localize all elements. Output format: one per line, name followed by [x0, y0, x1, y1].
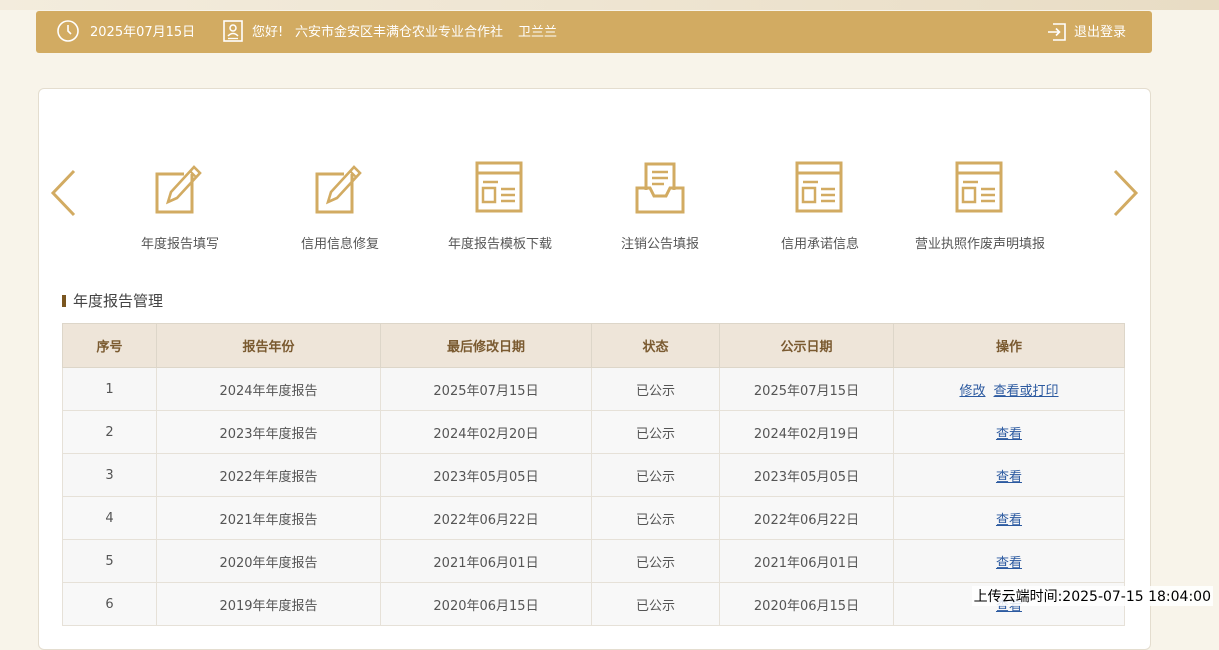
- cell-modified: 2023年05月05日: [380, 453, 592, 497]
- section-title-text: 年度报告管理: [73, 292, 164, 310]
- cell-status: 已公示: [591, 410, 720, 454]
- cell-no: 4: [62, 496, 157, 540]
- carousel-next-arrow-icon[interactable]: [1111, 168, 1141, 218]
- cell-actions: 查看: [893, 453, 1125, 497]
- cell-year: 2020年年度报告: [156, 539, 381, 583]
- table-row: 2 2023年年度报告 2024年02月20日 已公示 2024年02月19日 …: [62, 410, 1125, 454]
- table-row: 6 2019年年度报告 2020年06月15日 已公示 2020年06月15日 …: [62, 582, 1125, 626]
- cell-no: 6: [62, 582, 157, 626]
- cell-no: 3: [62, 453, 157, 497]
- template-icon: [795, 161, 843, 213]
- cell-no: 5: [62, 539, 157, 583]
- column-header-status: 状态: [591, 323, 720, 368]
- table-row: 1 2024年年度报告 2025年07月15日 已公示 2025年07月15日 …: [62, 367, 1125, 411]
- cell-year: 2019年年度报告: [156, 582, 381, 626]
- user-name: 卫兰兰: [518, 25, 558, 40]
- template-icon: [475, 161, 523, 213]
- annual-report-table: 序号 报告年份 最后修改日期 状态 公示日期 操作 1 2024年年度报告 20…: [62, 323, 1125, 626]
- logout-icon: [1048, 23, 1066, 41]
- edit-icon: [155, 165, 202, 214]
- cell-no: 1: [62, 367, 157, 411]
- greeting-text: 您好!: [252, 25, 284, 40]
- cell-published: 2020年06月15日: [719, 582, 894, 626]
- cell-modified: 2020年06月15日: [380, 582, 592, 626]
- user-card-icon: [223, 20, 243, 42]
- feature-annual-report-fill[interactable]: 年度报告填写: [100, 160, 260, 256]
- feature-template-download[interactable]: 年度报告模板下载: [420, 160, 580, 256]
- cell-actions: 查看: [893, 496, 1125, 540]
- cell-published: 2024年02月19日: [719, 410, 894, 454]
- feature-deregistration-notice[interactable]: 注销公告填报: [580, 160, 740, 256]
- feature-credit-commitment[interactable]: 信用承诺信息: [740, 160, 900, 256]
- table-row: 3 2022年年度报告 2023年05月05日 已公示 2023年05月05日 …: [62, 453, 1125, 497]
- feature-label: 信用信息修复: [300, 237, 379, 252]
- cell-modified: 2024年02月20日: [380, 410, 592, 454]
- logout-label: 退出登录: [1074, 25, 1127, 40]
- view-link[interactable]: 查看: [996, 427, 1022, 442]
- feature-credit-repair[interactable]: 信用信息修复: [260, 160, 420, 256]
- edit-link[interactable]: 修改: [959, 384, 985, 399]
- cell-status: 已公示: [591, 582, 720, 626]
- cell-no: 2: [62, 410, 157, 454]
- feature-label: 营业执照作废声明填报: [914, 237, 1045, 252]
- inbox-document-icon: [635, 162, 685, 214]
- feature-label: 年度报告模板下载: [447, 237, 552, 252]
- feature-license-void-statement[interactable]: 营业执照作废声明填报: [900, 160, 1060, 256]
- cell-actions: 修改 查看或打印: [893, 367, 1125, 411]
- clock-icon: [57, 20, 79, 42]
- logout-button[interactable]: 退出登录: [1044, 11, 1144, 53]
- view-link[interactable]: 查看: [996, 556, 1022, 571]
- cell-published: 2023年05月05日: [719, 453, 894, 497]
- cell-status: 已公示: [591, 367, 720, 411]
- feature-label: 年度报告填写: [140, 237, 219, 252]
- edit-icon: [315, 165, 362, 214]
- column-header-published: 公示日期: [719, 323, 894, 368]
- cell-modified: 2025年07月15日: [380, 367, 592, 411]
- cell-year: 2023年年度报告: [156, 410, 381, 454]
- cell-year: 2024年年度报告: [156, 367, 381, 411]
- cell-modified: 2022年06月22日: [380, 496, 592, 540]
- cell-modified: 2021年06月01日: [380, 539, 592, 583]
- table-row: 5 2020年年度报告 2021年06月01日 已公示 2021年06月01日 …: [62, 539, 1125, 583]
- feature-label: 注销公告填报: [620, 237, 699, 252]
- top-decoration: [0, 0, 1219, 10]
- header-bar: 2025年07月15日 您好! 六安市金安区丰满仓农业专业合作社 卫兰兰 退出登…: [36, 11, 1152, 53]
- organization-name: 六安市金安区丰满仓农业专业合作社: [295, 25, 504, 40]
- cell-year: 2022年年度报告: [156, 453, 381, 497]
- cell-published: 2021年06月01日: [719, 539, 894, 583]
- section-title-marker: [62, 295, 66, 307]
- column-header-no: 序号: [62, 323, 157, 368]
- cell-year: 2021年年度报告: [156, 496, 381, 540]
- carousel-prev-arrow-icon[interactable]: [48, 168, 78, 218]
- cell-published: 2022年06月22日: [719, 496, 894, 540]
- cell-actions: 查看: [893, 539, 1125, 583]
- column-header-year: 报告年份: [156, 323, 381, 368]
- cell-status: 已公示: [591, 539, 720, 583]
- cell-status: 已公示: [591, 453, 720, 497]
- column-header-modified: 最后修改日期: [380, 323, 592, 368]
- view-link[interactable]: 查看: [996, 513, 1022, 528]
- current-date: 2025年07月15日: [90, 25, 196, 40]
- template-icon: [955, 161, 1003, 213]
- feature-label: 信用承诺信息: [780, 237, 859, 252]
- cell-published: 2025年07月15日: [719, 367, 894, 411]
- view-link[interactable]: 查看: [996, 470, 1022, 485]
- cell-actions: 查看: [893, 410, 1125, 454]
- view-or-print-link[interactable]: 查看或打印: [994, 384, 1059, 399]
- table-row: 4 2021年年度报告 2022年06月22日 已公示 2022年06月22日 …: [62, 496, 1125, 540]
- cell-status: 已公示: [591, 496, 720, 540]
- column-header-actions: 操作: [893, 323, 1125, 368]
- upload-timestamp-watermark: 上传云端时间:2025-07-15 18:04:00: [971, 586, 1213, 606]
- table-header-row: 序号 报告年份 最后修改日期 状态 公示日期 操作: [62, 323, 1125, 368]
